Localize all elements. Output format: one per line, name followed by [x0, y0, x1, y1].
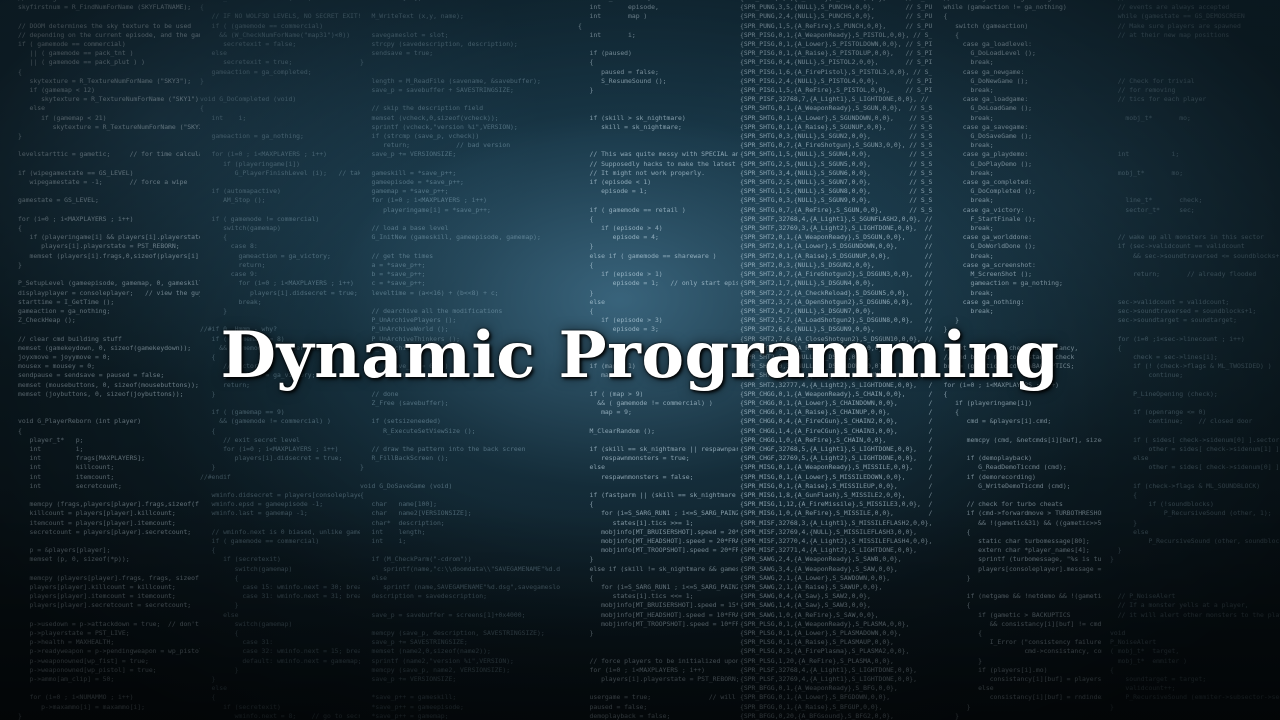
code-background-image: // setting ios skyfirstnum = R_FindNumFo…	[0, 0, 1280, 720]
page-title: Dynamic Programming	[220, 318, 1060, 393]
